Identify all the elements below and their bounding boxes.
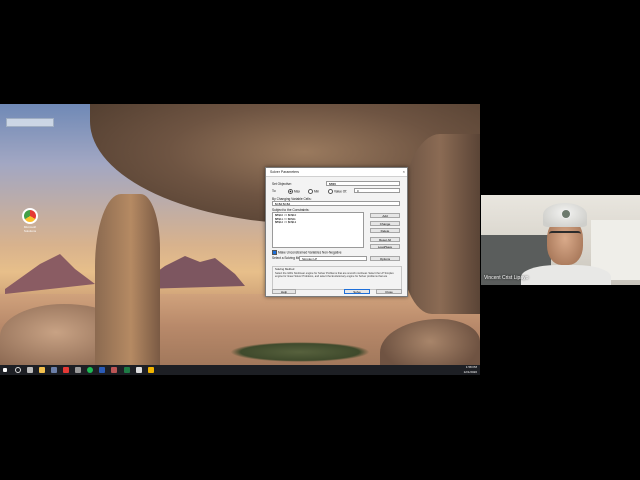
clock-date: 12/1/2020 [463,369,477,374]
taskbar: 1:58 PM 12/1/2020 [0,365,480,375]
options-button[interactable]: Options [370,256,400,261]
load-save-button[interactable]: Load/Save [370,244,400,249]
max-label: Max [294,189,301,194]
delete-button[interactable]: Delete [370,228,400,233]
desktop-shortcut-label: Microsoft Solutions [23,225,37,233]
participant-name: Vincent Crist Lipayo [484,275,529,281]
solving-method-heading: Solving Method [275,267,295,271]
excel-icon[interactable] [124,367,130,373]
unconstrained-checkbox[interactable]: Make Unconstrained Variables Non-Negativ… [272,250,342,255]
to-label: To: [272,189,277,193]
shared-screen: Microsoft Solutions 1:58 PM 12/1/2020 [0,104,480,375]
solving-method-select[interactable]: Simplex LP [299,256,367,261]
mail-icon[interactable] [51,367,57,373]
word-icon[interactable] [99,367,105,373]
min-radio[interactable]: Min [308,189,319,194]
checkbox-icon [272,250,277,255]
radio-icon [328,189,333,194]
youtube-icon[interactable] [63,367,69,373]
app-icon-2[interactable] [111,367,117,373]
set-objective-field[interactable]: $B$5 [326,181,400,186]
app-icon-3[interactable] [136,367,142,373]
dialog-titlebar: Solver Parameters × [266,168,407,177]
change-button[interactable]: Change [370,221,400,226]
webcam-video-tile: Vincent Crist Lipayo [481,195,640,285]
add-button[interactable]: Add [370,213,400,218]
task-view-icon[interactable] [27,367,33,373]
participant-glasses [549,231,581,240]
solving-method-value: Simplex LP [302,257,318,261]
file-explorer-icon[interactable] [39,367,45,373]
set-objective-label: Set Objective: [272,182,292,186]
wallpaper-arch-right [400,134,480,314]
dialog-title: Solver Parameters [270,170,299,174]
app-icon-4[interactable] [148,367,154,373]
close-icon[interactable]: × [403,168,405,176]
desktop-shortcut[interactable]: Microsoft Solutions [18,208,42,233]
solve-button[interactable]: Solve [344,289,370,294]
constraint-item[interactable]: $B$12 <= $D$12 [275,221,361,225]
app-icon-1[interactable] [75,367,81,373]
help-button[interactable]: Help [272,289,296,294]
unconstrained-label: Make Unconstrained Variables Non-Negativ… [278,250,342,255]
chrome-icon [22,208,38,224]
changing-cells-field[interactable]: $C$2:$C$4 [272,201,400,206]
radio-icon [308,189,313,194]
reset-all-button[interactable]: Reset All [370,237,400,242]
value-of-field[interactable]: 0 [354,188,400,193]
solver-parameters-dialog: Solver Parameters × Set Objective: $B$5 … [265,167,408,297]
solving-method-description: Select the GRG Nonlinear engine for Solv… [275,272,394,279]
taskbar-clock[interactable]: 1:58 PM 12/1/2020 [464,365,477,374]
max-radio[interactable]: Max [288,189,300,194]
radio-icon [288,189,293,194]
cap-logo-icon [561,209,571,219]
wallpaper-bush [230,342,370,362]
value-of-label: Value Of: [334,189,348,194]
close-button[interactable]: Close [376,289,402,294]
clock-time: 1:58 PM [465,365,477,369]
desktop-notification-bar[interactable] [6,118,54,127]
spotify-icon[interactable] [87,367,93,373]
constraints-list[interactable]: $B$10 <= $D$10 $B$11 <= $D$11 $B$12 <= $… [272,212,364,248]
value-of-radio[interactable]: Value Of: [328,189,347,194]
participant-shirt [521,265,611,285]
search-icon[interactable] [15,367,21,373]
start-icon[interactable] [3,368,7,372]
min-label: Min [314,189,320,194]
wallpaper-arch-leg [95,194,160,375]
